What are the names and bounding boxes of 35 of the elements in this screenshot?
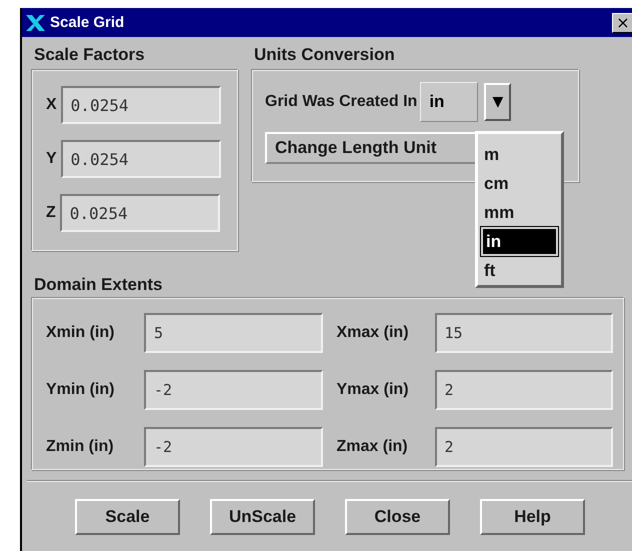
field-label: X (46, 96, 57, 114)
input-field[interactable]: -2 (144, 370, 322, 410)
input-field[interactable]: 0.0254 (60, 86, 221, 124)
input-field[interactable]: 0.0254 (60, 194, 220, 232)
dropdown-field[interactable]: in (420, 82, 478, 122)
dialog-button[interactable]: UnScale (210, 499, 315, 535)
dropdown-option[interactable]: ft (481, 256, 558, 285)
input-field[interactable]: 15 (434, 313, 613, 353)
dialog-button[interactable]: Close (345, 499, 450, 535)
field-label: Xmin (in) (46, 324, 116, 342)
dropdown-option[interactable]: cm (481, 169, 558, 198)
input-field[interactable]: 0.0254 (60, 140, 221, 178)
field-label: Grid Was Created In (265, 93, 418, 111)
input-field[interactable]: 2 (434, 370, 613, 410)
input-field[interactable]: 5 (144, 313, 322, 353)
input-field[interactable]: 2 (434, 427, 613, 467)
dropdown-option[interactable]: mm (481, 198, 558, 227)
dropdown-button[interactable]: ▼ (484, 83, 512, 121)
field-label: Ymax (in) (336, 381, 410, 399)
field-label: Ymin (in) (46, 381, 116, 399)
input-field[interactable]: -2 (144, 427, 322, 467)
window-title: Scale Grid (50, 14, 124, 31)
group-title: Domain Extents (33, 275, 164, 293)
field-label: Z (46, 204, 56, 222)
dialog-button[interactable]: Scale (75, 499, 180, 535)
dialog-button[interactable]: Help (480, 499, 585, 535)
field-label: Y (46, 150, 57, 168)
dropdown-option[interactable]: in (481, 227, 558, 256)
x-logo-icon (25, 14, 47, 32)
field-label: Xmax (in) (336, 324, 410, 342)
close-button[interactable]: × (612, 12, 632, 32)
group-title: Units Conversion (253, 45, 396, 66)
field-label: Zmax (in) (336, 438, 409, 456)
group-title: Scale Factors (33, 45, 146, 66)
field-label: Zmin (in) (46, 438, 115, 456)
